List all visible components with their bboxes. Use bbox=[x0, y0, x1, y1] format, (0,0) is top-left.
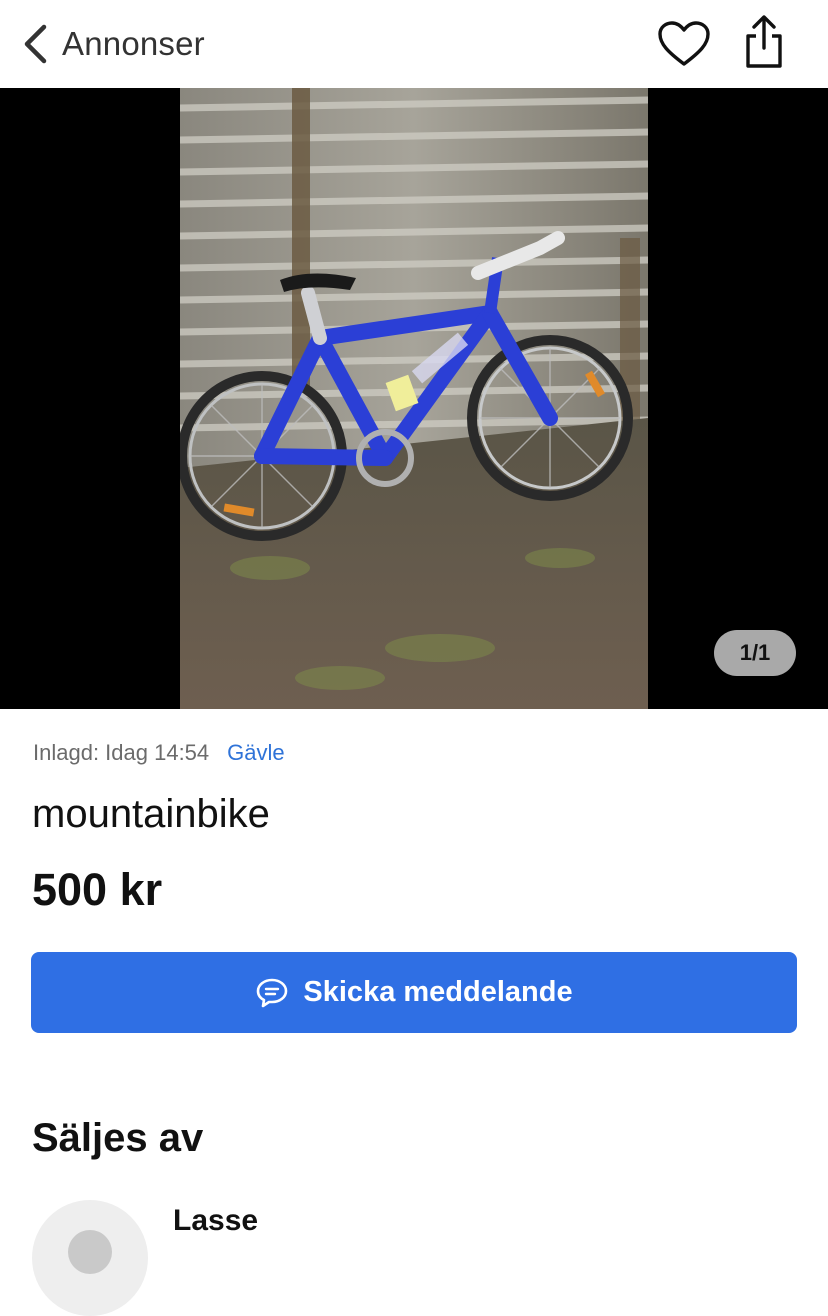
seller-name[interactable]: Lasse bbox=[173, 1204, 258, 1238]
chat-bubble-icon bbox=[257, 978, 288, 1007]
posted-time: Inlagd: Idag 14:54 bbox=[33, 740, 210, 765]
send-message-label: Skicka meddelande bbox=[303, 976, 573, 1008]
photo-counter: 1/1 bbox=[714, 630, 796, 676]
back-button[interactable]: Annonser bbox=[22, 22, 205, 66]
chevron-left-icon bbox=[24, 24, 47, 64]
send-message-button[interactable]: Skicka meddelande bbox=[31, 952, 797, 1033]
listing-title: mountainbike bbox=[32, 792, 270, 836]
share-icon[interactable] bbox=[742, 14, 786, 70]
listing-meta: Inlagd: Idag 14:54 Gävle bbox=[33, 740, 285, 766]
avatar-placeholder-icon bbox=[68, 1230, 112, 1274]
photo-gallery[interactable]: 1/1 bbox=[0, 88, 828, 709]
listing-price: 500 kr bbox=[32, 864, 163, 915]
listing-photo[interactable] bbox=[180, 88, 648, 709]
bike-photo-illustration bbox=[180, 88, 648, 709]
heart-icon[interactable] bbox=[656, 20, 712, 68]
location-link[interactable]: Gävle bbox=[227, 740, 284, 766]
avatar[interactable] bbox=[32, 1200, 148, 1316]
seller-heading: Säljes av bbox=[32, 1116, 204, 1160]
back-label: Annonser bbox=[62, 25, 205, 62]
top-bar: Annonser bbox=[0, 0, 828, 88]
